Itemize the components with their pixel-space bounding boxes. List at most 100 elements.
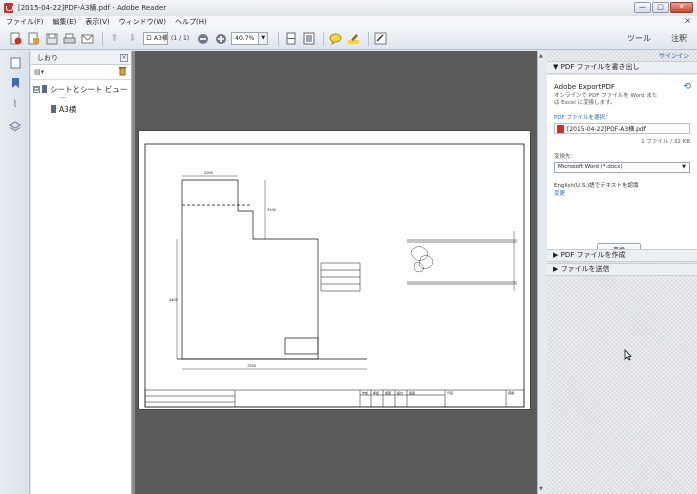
menu-edit[interactable]: 編集(E) — [53, 17, 77, 27]
menu-window[interactable]: ウィンドウ(W) — [119, 17, 166, 27]
scroll-down-icon[interactable]: ▼ — [539, 486, 543, 492]
bookmark-item-sheet-view[interactable]: ⊟ シートとシート ビュー — [31, 83, 131, 95]
page-thumbnails-icon[interactable] — [9, 57, 21, 69]
page-number-input[interactable]: ロ A3横 — [143, 32, 168, 45]
bookmark-tree: ⊟ シートとシート ビュー — A3横 — [31, 80, 131, 115]
minimize-button[interactable]: — — [634, 2, 651, 13]
sign-in-link[interactable]: サインイン — [659, 51, 689, 60]
expanded-icon: ▼ — [553, 63, 561, 71]
delete-bookmark-icon[interactable] — [118, 66, 127, 78]
attachments-icon[interactable]: ⌇ — [9, 99, 21, 111]
title-block-label: 図番 — [508, 390, 514, 395]
toolbar-separator — [278, 31, 280, 46]
layers-icon[interactable] — [9, 121, 21, 133]
bookmark-icon — [51, 105, 56, 113]
menu-bar: ファイル(F) 編集(E) 表示(V) ウィンドウ(W) ヘルプ(H) × — [0, 16, 697, 28]
bookmarks-panel: しおり × ▤▾ ⊟ シートとシート ビュー — A3横 — [31, 51, 132, 494]
menu-view[interactable]: 表示(V) — [85, 17, 109, 27]
toolbar-separator — [323, 31, 325, 46]
bookmark-separator: — — [59, 93, 66, 101]
mouse-cursor-icon — [624, 348, 632, 364]
zoom-level-input[interactable]: 40.7% — [231, 32, 260, 45]
cad-drawing: 2000 3200 4400 7200 作成 承認 検図 設計 製図 尺度 図番 — [144, 143, 525, 408]
convert-format-select[interactable]: Microsoft Word (*.docx) ▼ — [554, 162, 690, 173]
fit-page-icon[interactable] — [301, 31, 316, 46]
export-pdf-panel: Adobe ExportPDF ⟲ オンラインで PDF ファイルを Word … — [547, 75, 697, 258]
selected-file[interactable]: [2015-04-22]PDF-A3横.pdf — [554, 123, 690, 134]
scrolling-mode-icon[interactable] — [283, 31, 298, 46]
tools-link[interactable]: ツール — [627, 33, 651, 44]
dimension-label: 4400 — [169, 298, 178, 302]
open-file-icon[interactable] — [26, 31, 41, 46]
panel-splitter[interactable] — [132, 51, 135, 494]
title-block-label: 設計 — [397, 390, 403, 395]
export-description: オンラインで PDF ファイルを Word または Excel に変換します。 — [554, 93, 658, 106]
email-icon[interactable] — [80, 31, 95, 46]
comment-link[interactable]: 注釈 — [671, 33, 687, 44]
zoom-out-icon[interactable] — [195, 31, 210, 46]
title-bar: [2015-04-22]PDF-A3横.pdf - Adobe Reader —… — [0, 0, 697, 16]
create-pdf-section-header[interactable]: ▶ PDF ファイルを作成 — [547, 249, 697, 262]
bookmarks-title: しおり — [37, 53, 58, 62]
adobe-export-icon: ⟲ — [683, 82, 691, 92]
toolbar-right-links: ツール 注釈 — [627, 33, 687, 44]
bookmark-icon — [42, 85, 47, 93]
export-pdf-section-header[interactable]: ▼ PDF ファイルを書き出し — [547, 61, 697, 74]
scroll-up-icon[interactable]: ▲ — [539, 53, 543, 59]
title-block-label: 検図 — [385, 390, 391, 395]
window-title: [2015-04-22]PDF-A3横.pdf - Adobe Reader — [18, 4, 167, 12]
print-icon[interactable] — [62, 31, 77, 46]
maximize-button[interactable]: □ — [652, 2, 669, 13]
menu-file[interactable]: ファイル(F) — [6, 17, 44, 27]
change-language-link[interactable]: 変更 — [554, 189, 690, 197]
previous-page-icon[interactable]: ⬆ — [107, 31, 122, 46]
bookmarks-header: しおり × — [31, 51, 131, 65]
main-toolbar: ⬆ ⬇ ロ A3横 (1 / 1) 40.7% ▼ ツール 注釈 — [0, 28, 697, 50]
document-view[interactable]: 2000 3200 4400 7200 作成 承認 検図 設計 製図 尺度 図番 — [133, 51, 537, 494]
close-button[interactable]: ✕ — [670, 2, 693, 13]
send-file-section-header[interactable]: ▶ ファイルを送信 — [547, 263, 697, 276]
export-title: Adobe ExportPDF — [554, 83, 615, 91]
pdf-page[interactable]: 2000 3200 4400 7200 作成 承認 検図 設計 製図 尺度 図番 — [138, 130, 531, 410]
page-count: (1 / 1) — [171, 35, 190, 42]
toolbar-separator — [368, 31, 370, 46]
create-pdf-icon[interactable] — [8, 31, 23, 46]
comment-icon[interactable] — [328, 31, 343, 46]
save-icon[interactable] — [44, 31, 59, 46]
bookmark-item-a3[interactable]: A3横 — [31, 103, 131, 115]
next-page-icon[interactable]: ⬇ — [125, 31, 140, 46]
window-controls: — □ ✕ — [634, 2, 693, 13]
navigation-strip: ⌇ — [0, 51, 30, 494]
highlight-icon[interactable] — [346, 31, 361, 46]
adobe-reader-icon — [4, 3, 13, 13]
pdf-file-icon — [557, 124, 564, 133]
bookmarks-toolbar: ▤▾ — [31, 65, 131, 80]
dimension-label: 2000 — [204, 171, 213, 175]
collapsed-icon: ▶ — [553, 265, 561, 273]
zoom-in-icon[interactable] — [213, 31, 228, 46]
collapsed-icon: ▶ — [553, 251, 561, 259]
title-block-label: 承認 — [373, 390, 379, 395]
toolbar-separator — [102, 31, 103, 46]
title-block-label: 尺度 — [447, 390, 453, 395]
bookmark-label: A3横 — [59, 104, 77, 114]
sign-icon[interactable] — [373, 31, 388, 46]
language-text: English(U.S.)語でテキストを認識 — [554, 183, 639, 189]
dimension-label: 3200 — [267, 208, 276, 212]
collapse-icon[interactable]: ⊟ — [33, 85, 40, 93]
file-count: 1 ファイル / 32 KB — [641, 139, 690, 145]
title-block-label: 作成 — [362, 390, 368, 395]
select-file-label[interactable]: PDF ファイルを選択： — [554, 113, 690, 121]
close-document-icon[interactable]: × — [684, 16, 691, 25]
zoom-dropdown-icon[interactable]: ▼ — [259, 32, 269, 45]
chevron-down-icon: ▼ — [682, 164, 686, 170]
options-menu-icon[interactable]: ▤▾ — [34, 68, 44, 76]
bookmarks-icon[interactable] — [9, 77, 21, 89]
close-panel-icon[interactable]: × — [120, 54, 128, 62]
title-block-label: 製図 — [409, 390, 415, 395]
vertical-scrollbar[interactable]: ▲ ▼ — [537, 51, 547, 494]
tasks-pane: サインイン ▼ PDF ファイルを書き出し Adobe ExportPDF ⟲ … — [547, 51, 697, 494]
dimension-label: 7200 — [247, 364, 256, 368]
menu-help[interactable]: ヘルプ(H) — [175, 17, 207, 27]
convert-to-label: 変換先： — [554, 154, 577, 160]
